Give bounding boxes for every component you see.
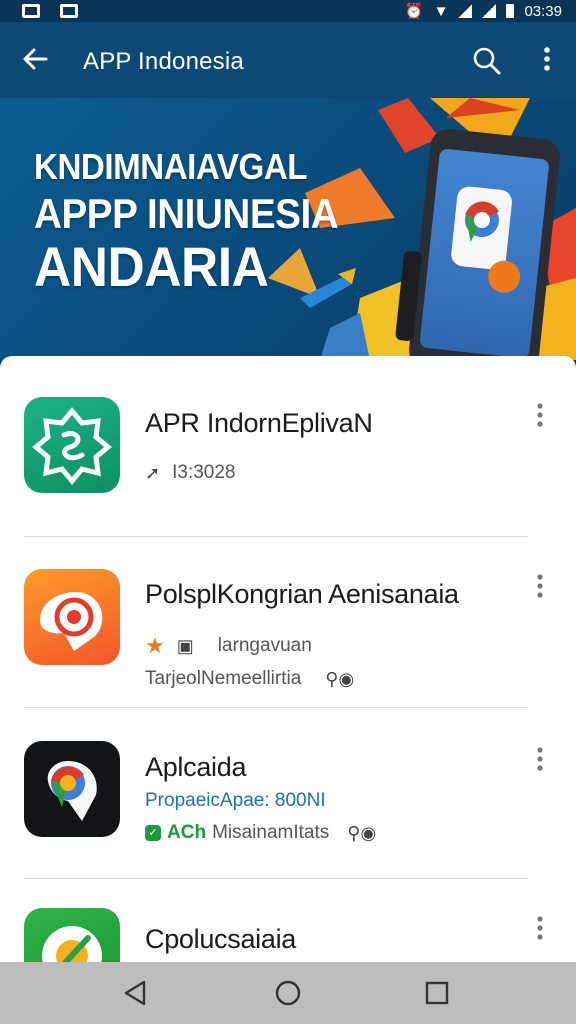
signal-icon-2 [482,4,497,18]
banner-headline-2: APPP INIUNESIA [34,190,339,237]
nav-back-icon[interactable] [122,979,150,1007]
app-category: larngavuan [217,635,312,656]
message-notification-icon [60,4,78,18]
promo-banner[interactable]: KNDIMNAIAVGAL APPP INIUNESIA ANDARIA [0,98,576,360]
banner-headline-3: ANDARIA [34,235,269,298]
page-title: APP Indonesia [83,48,244,75]
location-icon: ⚲◉ [325,668,355,689]
back-arrow-icon[interactable] [20,44,50,74]
item-overflow-icon[interactable] [528,744,552,776]
list-item[interactable]: Cpolucsaiaia [0,879,576,962]
app-meta-secondary: ✓ ACh MisainamItats ⚲◉ [145,822,376,844]
app-list: APR IndornEplivaN ➚ I3:3028 PolsplKongri… [0,356,576,962]
battery-icon [506,4,515,18]
item-overflow-icon[interactable] [528,400,552,432]
app-developer: MisainamItats [212,822,330,843]
download-count: I3:3028 [172,462,236,483]
green-app-icon [24,908,120,962]
app-badge: ACh [167,822,207,843]
target-pin-icon [24,569,120,665]
signal-icon [458,4,473,18]
image-notification-icon [22,4,40,18]
app-bar: APP Indonesia [0,22,576,98]
app-meta-secondary: TarjeolNemeellirtia ⚲◉ [145,668,354,690]
app-name: APR IndornEplivaN [145,408,373,438]
map-pin-icon [24,741,120,837]
list-item[interactable]: PolsplKongrian Aenisanaia ★ ▣ larngavuan… [0,537,576,707]
star-icon: ★ [145,633,165,658]
list-item[interactable]: APR IndornEplivaN ➚ I3:3028 [0,356,576,536]
item-overflow-icon[interactable] [528,913,552,945]
nav-home-icon[interactable] [274,979,302,1007]
alarm-icon: ⏰ [404,3,424,20]
overflow-menu-icon[interactable] [535,44,559,74]
wifi-icon: ▼ [433,2,449,20]
app-meta-primary: PropaeicApae: 800NI [145,790,326,812]
nav-recents-icon[interactable] [424,980,450,1006]
item-overflow-icon[interactable] [528,571,552,603]
list-item[interactable]: Aplcaida PropaeicApae: 800NI ✓ ACh Misai… [0,708,576,878]
app-name: Cpolucsaiaia [145,924,296,954]
status-time: 03:39 [524,2,562,20]
verified-icon: ✓ [145,825,161,841]
app-meta-primary: ★ ▣ larngavuan [145,633,312,659]
status-bar: ⏰ ▼ 03:39 [0,0,576,22]
app-meta: ➚ I3:3028 [145,462,236,484]
app-name: Aplcaida [145,752,247,782]
banner-headline-1: KNDIMNAIAVGAL [34,146,308,187]
system-nav-bar [0,962,576,1024]
lotus-icon [24,397,120,493]
download-icon: ➚ [145,462,161,483]
search-icon[interactable] [472,46,502,76]
app-developer: TarjeolNemeellirtia [145,668,302,689]
app-subtitle: PropaeicApae: 800NI [145,790,326,811]
location-icon: ⚲◉ [347,822,377,843]
app-name: PolsplKongrian Aenisanaia [145,579,459,609]
store-icon: ▣ [176,635,194,656]
